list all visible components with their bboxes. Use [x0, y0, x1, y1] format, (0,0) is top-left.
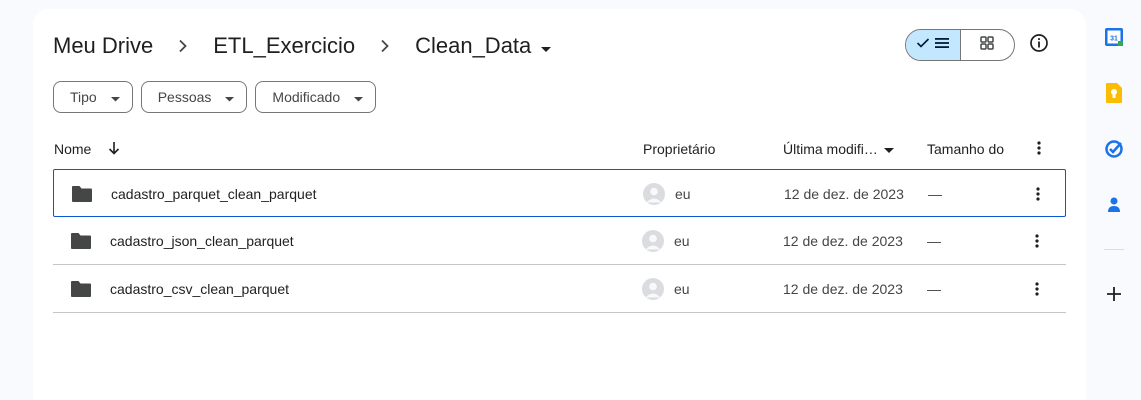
column-header-size[interactable]: Tamanho do	[927, 135, 1004, 163]
row-more-button[interactable]	[1025, 217, 1049, 264]
caret-down-icon	[883, 141, 894, 157]
side-divider	[1104, 249, 1124, 250]
row-more-button[interactable]	[1025, 265, 1049, 312]
column-header-name[interactable]: Nome	[54, 135, 121, 163]
avatar	[642, 229, 664, 252]
column-header-owner[interactable]: Proprietário	[643, 135, 715, 163]
filter-pessoas[interactable]: Pessoas	[140, 81, 248, 113]
caret-down-icon	[354, 89, 364, 105]
calendar-icon: 31	[1105, 28, 1123, 46]
breadcrumb: Meu Drive ETL_Exercicio Clean_Data	[53, 31, 552, 61]
info-icon	[1029, 33, 1049, 58]
column-label-name: Nome	[54, 141, 92, 157]
contacts-app-button[interactable]	[1102, 193, 1126, 217]
filter-chips: Tipo Pessoas Modificado	[53, 81, 377, 113]
breadcrumb-current-folder[interactable]: Clean_Data	[415, 33, 552, 59]
arrow-down-icon[interactable]	[107, 141, 121, 158]
filter-label: Modificado	[272, 89, 341, 105]
table-header: Nome Proprietário Última modifi… Tamanho…	[53, 135, 1065, 163]
file-size: —	[928, 185, 942, 202]
more-vert-icon	[1035, 233, 1039, 248]
add-app-button[interactable]	[1102, 282, 1126, 306]
avatar	[643, 182, 665, 205]
row-more-button[interactable]	[1026, 170, 1050, 217]
table-row[interactable]: cadastro_json_clean_parquet eu 12 de dez…	[53, 217, 1066, 265]
folder-icon	[70, 217, 92, 264]
column-label-modified: Última modifi…	[783, 141, 878, 157]
column-header-modified[interactable]: Última modifi…	[783, 135, 894, 163]
keep-icon	[1106, 83, 1122, 103]
modified-date: 12 de dez. de 2023	[784, 185, 904, 202]
list-view-button[interactable]	[906, 30, 961, 60]
owner-cell: eu	[643, 170, 691, 217]
filter-modificado[interactable]: Modificado	[255, 81, 377, 113]
chevron-right-icon	[355, 39, 415, 53]
table-row[interactable]: cadastro_parquet_clean_parquet eu 12 de …	[53, 169, 1066, 217]
tasks-app-button[interactable]	[1102, 137, 1126, 161]
more-vert-icon	[1037, 140, 1041, 158]
column-options-button[interactable]	[1027, 135, 1051, 163]
file-size: —	[927, 232, 941, 249]
avatar	[642, 277, 664, 300]
owner-cell: eu	[642, 265, 690, 312]
file-list: cadastro_parquet_clean_parquet eu 12 de …	[53, 169, 1066, 313]
grid-view-button[interactable]	[961, 30, 1015, 60]
folder-icon	[70, 265, 92, 312]
file-size: —	[927, 280, 941, 297]
calendar-day: 31	[1110, 36, 1118, 43]
caret-down-icon	[225, 89, 235, 105]
grid-icon	[980, 35, 994, 55]
folder-icon	[71, 170, 93, 217]
info-button[interactable]	[1025, 31, 1053, 59]
plus-icon	[1107, 287, 1121, 301]
caret-down-icon	[110, 89, 120, 105]
check-icon	[916, 36, 930, 54]
contacts-icon	[1108, 197, 1120, 212]
tasks-icon	[1105, 140, 1123, 158]
breadcrumb-etl-exercicio[interactable]: ETL_Exercicio	[213, 33, 355, 59]
view-toggle	[905, 29, 1015, 61]
owner-name: eu	[674, 280, 690, 297]
chevron-right-icon	[153, 39, 213, 53]
breadcrumb-meu-drive[interactable]: Meu Drive	[53, 33, 153, 59]
calendar-app-button[interactable]: 31	[1102, 25, 1126, 49]
more-vert-icon	[1036, 186, 1040, 201]
owner-cell: eu	[642, 217, 690, 264]
file-name: cadastro_json_clean_parquet	[110, 232, 294, 249]
file-name: cadastro_csv_clean_parquet	[110, 280, 290, 297]
filter-label: Pessoas	[157, 89, 212, 105]
caret-down-icon	[541, 33, 552, 59]
keep-app-button[interactable]	[1102, 81, 1126, 105]
modified-date: 12 de dez. de 2023	[783, 280, 903, 297]
owner-name: eu	[674, 232, 690, 249]
filter-tipo[interactable]: Tipo	[53, 81, 133, 113]
breadcrumb-current-label: Clean_Data	[415, 33, 532, 58]
file-name: cadastro_parquet_clean_parquet	[111, 185, 317, 202]
more-vert-icon	[1035, 281, 1039, 296]
side-panel: 31	[1086, 0, 1141, 400]
list-icon	[934, 36, 950, 54]
modified-date: 12 de dez. de 2023	[783, 232, 903, 249]
main-panel: Meu Drive ETL_Exercicio Clean_Data Tipo …	[33, 9, 1086, 400]
owner-name: eu	[675, 185, 691, 202]
table-row[interactable]: cadastro_csv_clean_parquet eu 12 de dez.…	[53, 265, 1066, 313]
filter-label: Tipo	[70, 89, 97, 105]
